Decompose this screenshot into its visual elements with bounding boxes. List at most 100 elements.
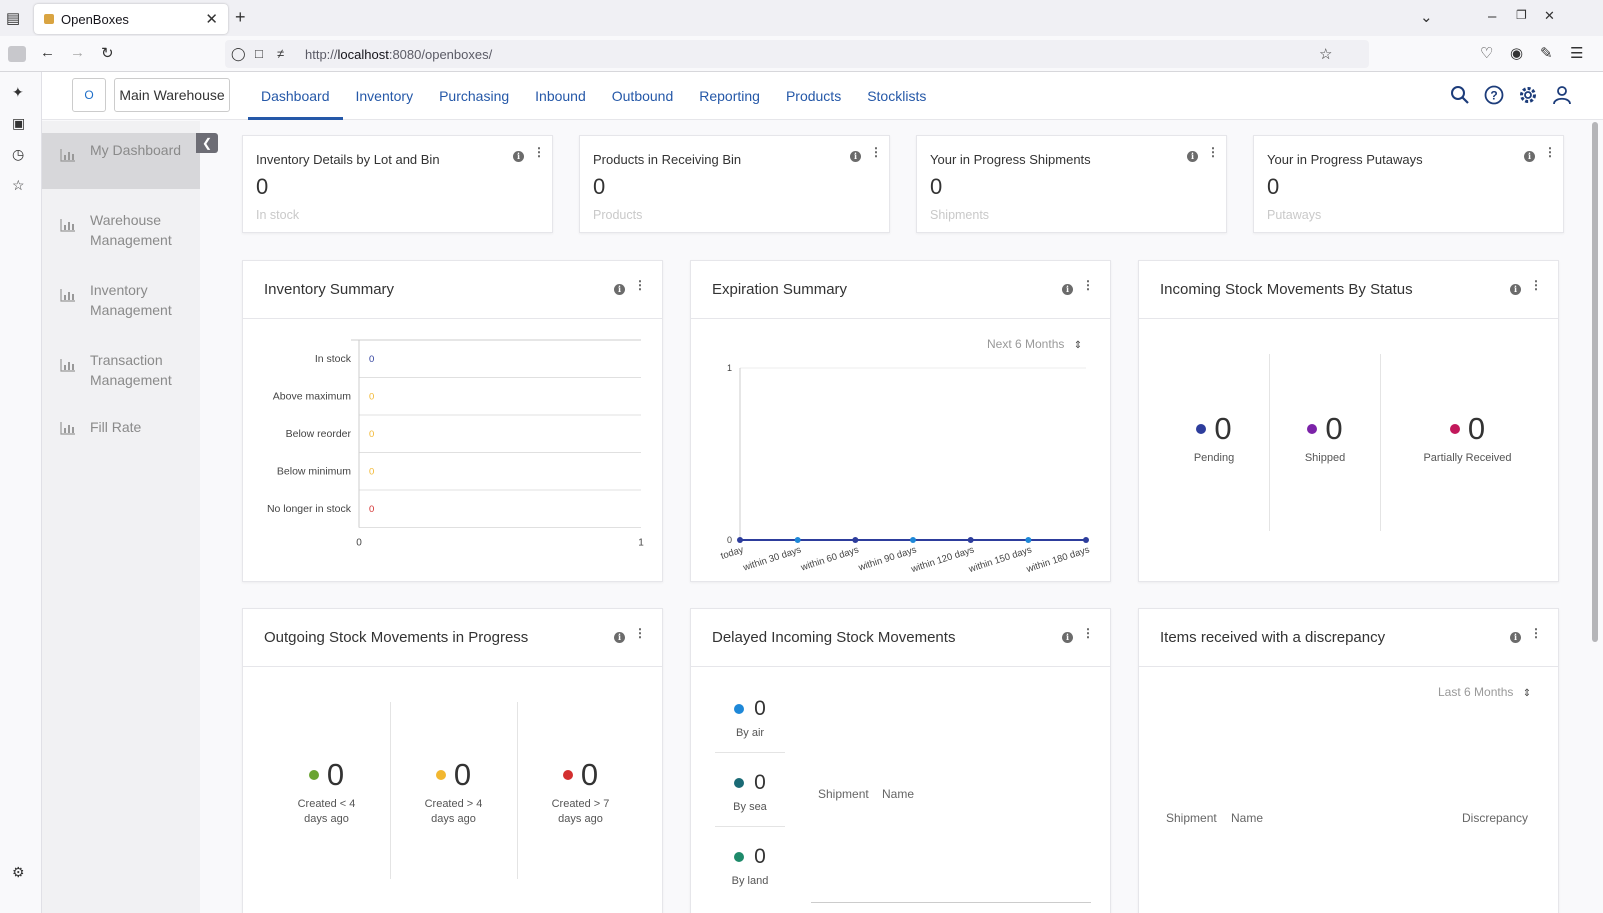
new-tab-icon[interactable]: + xyxy=(235,7,246,28)
user-icon[interactable] xyxy=(1552,85,1572,105)
tick-label: 1 xyxy=(727,363,732,373)
card-title: Incoming Stock Movements By Status xyxy=(1160,281,1413,298)
info-icon[interactable]: i xyxy=(1187,148,1198,162)
permissions-icon[interactable]: ≠ xyxy=(277,46,284,61)
status-pending[interactable]: 0 Pending xyxy=(1159,411,1269,466)
reload-icon[interactable]: ↻ xyxy=(101,44,114,62)
delayed-by-sea[interactable]: 0 By sea xyxy=(715,771,785,813)
nav-inbound[interactable]: Inbound xyxy=(522,72,599,120)
nav-purchasing[interactable]: Purchasing xyxy=(426,72,522,120)
summary-card-in-progress-shipments[interactable]: Your in Progress Shipments i ⋮ 0 Shipmen… xyxy=(916,135,1227,233)
kebab-menu-icon[interactable]: ⋮ xyxy=(1544,145,1556,159)
collapse-sidebar-button[interactable]: ❮ xyxy=(196,133,218,153)
status-shipped[interactable]: 0 Shipped xyxy=(1270,411,1380,466)
kebab-menu-icon[interactable]: ⋮ xyxy=(533,145,545,159)
delayed-label: By sea xyxy=(733,801,767,813)
card-header: Inventory Summary i ⋮ xyxy=(243,261,662,319)
inventory-summary-card: Inventory Summary i ⋮ In stock 0 Above max… xyxy=(242,260,663,582)
list-all-tabs-icon[interactable]: ⌄ xyxy=(1420,8,1433,26)
close-window-icon[interactable]: ✕ xyxy=(1544,8,1555,24)
shield-icon[interactable]: ◯ xyxy=(231,46,246,62)
history-icon[interactable]: ◷ xyxy=(12,146,24,163)
logo[interactable]: O xyxy=(72,78,106,112)
kebab-menu-icon[interactable]: ⋮ xyxy=(870,145,882,159)
bar-chart-icon xyxy=(60,289,75,302)
delayed-by-land[interactable]: 0 By land xyxy=(715,845,785,887)
column-header-shipment[interactable]: Shipment xyxy=(1166,811,1217,825)
x-tick-label: within 30 days xyxy=(741,544,803,573)
pocket-icon[interactable]: ♡ xyxy=(1480,44,1493,62)
nav-stocklists[interactable]: Stocklists xyxy=(854,72,939,120)
summary-card-in-progress-putaways[interactable]: Your in Progress Putaways i ⋮ 0 Putaways xyxy=(1253,135,1564,233)
synced-tabs-icon[interactable]: ▣ xyxy=(12,115,25,132)
info-icon[interactable]: i xyxy=(614,281,625,295)
info-icon[interactable]: i xyxy=(1510,281,1521,295)
help-icon[interactable]: ? xyxy=(1484,85,1504,105)
sidebar-item-inventory-management[interactable]: Inventory Management xyxy=(42,273,200,329)
url-host: localhost xyxy=(337,46,389,62)
info-icon[interactable]: i xyxy=(614,629,625,643)
kebab-menu-icon[interactable]: ⋮ xyxy=(634,626,646,640)
sidebar-toggle-icon[interactable] xyxy=(8,46,26,62)
kebab-menu-icon[interactable]: ⋮ xyxy=(1207,145,1219,159)
info-icon[interactable]: i xyxy=(513,148,524,162)
kebab-menu-icon[interactable]: ⋮ xyxy=(1082,626,1094,640)
browser-tab[interactable]: OpenBoxes ✕ xyxy=(34,4,228,34)
kebab-menu-icon[interactable]: ⋮ xyxy=(1530,626,1542,640)
url-path: :8080/openboxes/ xyxy=(388,46,493,62)
page-scrollbar[interactable] xyxy=(1592,122,1598,642)
info-icon[interactable]: i xyxy=(1062,281,1073,295)
restore-icon[interactable]: ❐ xyxy=(1516,8,1527,22)
nav-dashboard[interactable]: Dashboard xyxy=(248,72,343,120)
column-header-name[interactable]: Name xyxy=(1231,811,1263,825)
sidebar-item-warehouse-management[interactable]: Warehouse Management xyxy=(42,203,200,259)
url-bar[interactable]: ◯ □ ≠ http://localhost:8080/openboxes/ ☆ xyxy=(225,40,1369,68)
minimize-icon[interactable]: – xyxy=(1488,8,1496,25)
menu-icon[interactable]: ☰ xyxy=(1570,44,1583,62)
nav-outbound[interactable]: Outbound xyxy=(599,72,687,120)
bookmark-star-icon[interactable]: ☆ xyxy=(1319,45,1332,63)
kebab-menu-icon[interactable]: ⋮ xyxy=(634,278,646,292)
outgoing-created-gt-7[interactable]: 0 Created > 7 days ago xyxy=(517,757,644,827)
outgoing-created-gt-4[interactable]: 0 Created > 4 days ago xyxy=(390,757,517,827)
ai-chat-icon[interactable]: ✦ xyxy=(12,84,24,101)
extensions-icon[interactable]: ✎ xyxy=(1540,44,1553,62)
yellow-dot-icon xyxy=(435,770,446,780)
sidebar-item-my-dashboard[interactable]: My Dashboard xyxy=(42,133,200,189)
column-header-name[interactable]: Name xyxy=(882,787,914,801)
kebab-menu-icon[interactable]: ⋮ xyxy=(1082,278,1094,292)
bookmarks-icon[interactable]: ☆ xyxy=(12,177,25,194)
info-icon[interactable]: i xyxy=(1510,629,1521,643)
nav-products[interactable]: Products xyxy=(773,72,854,120)
tab-list-icon[interactable]: ▤ xyxy=(6,9,20,27)
summary-card-receiving-bin[interactable]: Products in Receiving Bin i ⋮ 0 Products xyxy=(579,135,890,233)
sidebar-item-fill-rate[interactable]: Fill Rate xyxy=(42,413,200,449)
customize-sidebar-icon[interactable]: ⚙ xyxy=(12,864,25,881)
account-icon[interactable]: ◉ xyxy=(1510,44,1523,62)
summary-card-inventory-details[interactable]: Inventory Details by Lot and Bin i ⋮ 0 I… xyxy=(242,135,553,233)
sidebar-item-transaction-management[interactable]: Transaction Management xyxy=(42,343,200,399)
status-partially-received[interactable]: 0 Partially Received xyxy=(1395,411,1540,466)
info-icon[interactable]: i xyxy=(1062,629,1073,643)
expiration-range-dropdown[interactable]: Next 6 Months ⇕ xyxy=(987,337,1082,351)
discrepancy-range-dropdown[interactable]: Last 6 Months ⇕ xyxy=(1438,685,1531,699)
settings-icon[interactable] xyxy=(1518,85,1538,105)
info-icon[interactable]: i xyxy=(1524,148,1535,162)
info-icon[interactable]: i xyxy=(850,148,861,162)
divider xyxy=(1380,354,1381,531)
close-tab-icon[interactable]: ✕ xyxy=(205,10,218,28)
column-header-discrepancy[interactable]: Discrepancy xyxy=(1462,811,1528,825)
nav-inventory[interactable]: Inventory xyxy=(343,72,427,120)
page-info-icon[interactable]: □ xyxy=(255,46,263,61)
back-icon[interactable]: ← xyxy=(40,44,55,61)
nav-reporting[interactable]: Reporting xyxy=(686,72,773,120)
delayed-by-air[interactable]: 0 By air xyxy=(715,697,785,739)
outgoing-created-lt-4[interactable]: 0 Created < 4 days ago xyxy=(263,757,390,827)
bar-chart-icon xyxy=(60,149,75,162)
kebab-menu-icon[interactable]: ⋮ xyxy=(1530,278,1542,292)
forward-icon[interactable]: → xyxy=(70,44,85,61)
outgoing-label: Created > 4 xyxy=(424,798,483,810)
column-header-shipment[interactable]: Shipment xyxy=(818,787,869,801)
location-chooser-button[interactable]: Main Warehouse xyxy=(114,78,230,112)
search-icon[interactable] xyxy=(1450,85,1470,105)
